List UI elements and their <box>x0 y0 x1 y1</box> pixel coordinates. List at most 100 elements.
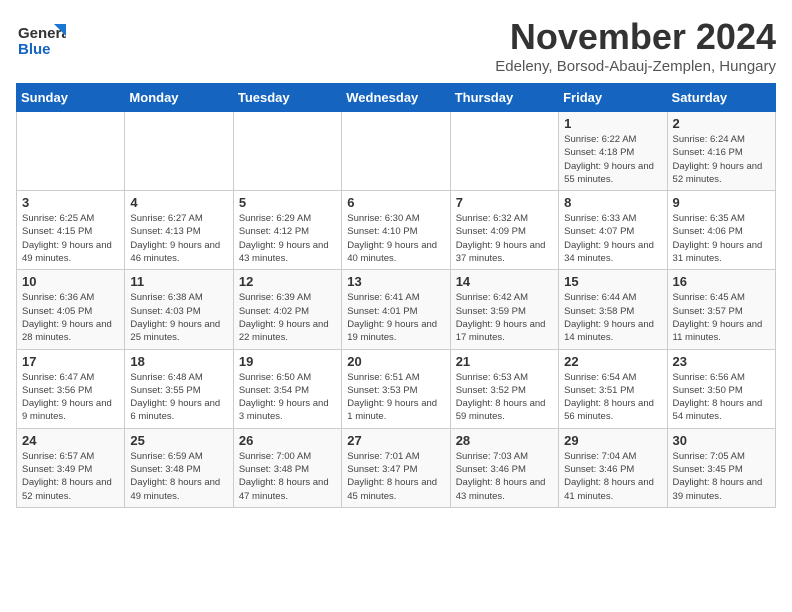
cell-info: Sunrise: 6:53 AM Sunset: 3:52 PM Dayligh… <box>456 371 553 424</box>
calendar-cell: 22 Sunrise: 6:54 AM Sunset: 3:51 PM Dayli… <box>559 349 667 428</box>
svg-text:Blue: Blue <box>18 41 51 58</box>
cell-info: Sunrise: 6:59 AM Sunset: 3:48 PM Dayligh… <box>130 450 227 503</box>
cell-info: Sunrise: 6:50 AM Sunset: 3:54 PM Dayligh… <box>239 371 336 424</box>
cell-day-number: 22 <box>564 354 661 369</box>
calendar-cell: 29 Sunrise: 7:04 AM Sunset: 3:46 PM Dayli… <box>559 428 667 507</box>
cell-day-number: 30 <box>673 433 770 448</box>
calendar-cell: 1 Sunrise: 6:22 AM Sunset: 4:18 PM Daylig… <box>559 112 667 191</box>
calendar-week-row: 24 Sunrise: 6:57 AM Sunset: 3:49 PM Dayli… <box>17 428 776 507</box>
title-area: November 2024 Edeleny, Borsod-Abauj-Zemp… <box>495 16 776 75</box>
calendar-week-row: 1 Sunrise: 6:22 AM Sunset: 4:18 PM Daylig… <box>17 112 776 191</box>
cell-info: Sunrise: 7:04 AM Sunset: 3:46 PM Dayligh… <box>564 450 661 503</box>
cell-info: Sunrise: 6:25 AM Sunset: 4:15 PM Dayligh… <box>22 212 119 265</box>
cell-info: Sunrise: 6:33 AM Sunset: 4:07 PM Dayligh… <box>564 212 661 265</box>
calendar-cell: 23Sunrise: 6:56 AM Sunset: 3:50 PM Dayli… <box>667 349 775 428</box>
calendar-week-row: 17 Sunrise: 6:47 AM Sunset: 3:56 PM Dayli… <box>17 349 776 428</box>
calendar-table: SundayMondayTuesdayWednesdayThursdayFrid… <box>16 83 776 508</box>
cell-info: Sunrise: 6:42 AM Sunset: 3:59 PM Dayligh… <box>456 291 553 344</box>
cell-info: Sunrise: 6:36 AM Sunset: 4:05 PM Dayligh… <box>22 291 119 344</box>
calendar-cell: 7Sunrise: 6:32 AM Sunset: 4:09 PM Daylig… <box>450 191 558 270</box>
calendar-cell: 15 Sunrise: 6:44 AM Sunset: 3:58 PM Dayli… <box>559 270 667 349</box>
cell-info: Sunrise: 6:30 AM Sunset: 4:10 PM Dayligh… <box>347 212 444 265</box>
cell-day-number: 29 <box>564 433 661 448</box>
cell-day-number: 13 <box>347 274 444 289</box>
cell-info: Sunrise: 6:44 AM Sunset: 3:58 PM Dayligh… <box>564 291 661 344</box>
calendar-cell: 26 Sunrise: 7:00 AM Sunset: 3:48 PM Dayli… <box>233 428 341 507</box>
logo: General Blue <box>16 16 66 66</box>
calendar-header-thursday: Thursday <box>450 84 558 112</box>
calendar-cell <box>125 112 233 191</box>
calendar-cell: 18 Sunrise: 6:48 AM Sunset: 3:55 PM Dayli… <box>125 349 233 428</box>
calendar-cell: 24 Sunrise: 6:57 AM Sunset: 3:49 PM Dayli… <box>17 428 125 507</box>
cell-day-number: 19 <box>239 354 336 369</box>
cell-day-number: 7 <box>456 195 553 210</box>
logo-icon: General Blue <box>16 16 66 66</box>
calendar-cell: 16 Sunrise: 6:45 AM Sunset: 3:57 PM Dayli… <box>667 270 775 349</box>
cell-day-number: 4 <box>130 195 227 210</box>
cell-info: Sunrise: 6:51 AM Sunset: 3:53 PM Dayligh… <box>347 371 444 424</box>
cell-info: Sunrise: 6:38 AM Sunset: 4:03 PM Dayligh… <box>130 291 227 344</box>
cell-info: Sunrise: 6:27 AM Sunset: 4:13 PM Dayligh… <box>130 212 227 265</box>
calendar-cell: 8 Sunrise: 6:33 AM Sunset: 4:07 PM Daylig… <box>559 191 667 270</box>
calendar-cell: 25 Sunrise: 6:59 AM Sunset: 3:48 PM Dayli… <box>125 428 233 507</box>
cell-info: Sunrise: 6:35 AM Sunset: 4:06 PM Dayligh… <box>673 212 770 265</box>
cell-day-number: 15 <box>564 274 661 289</box>
calendar-cell: 11 Sunrise: 6:38 AM Sunset: 4:03 PM Dayli… <box>125 270 233 349</box>
cell-day-number: 9 <box>673 195 770 210</box>
cell-info: Sunrise: 6:54 AM Sunset: 3:51 PM Dayligh… <box>564 371 661 424</box>
calendar-cell: 12 Sunrise: 6:39 AM Sunset: 4:02 PM Dayli… <box>233 270 341 349</box>
cell-info: Sunrise: 7:01 AM Sunset: 3:47 PM Dayligh… <box>347 450 444 503</box>
cell-day-number: 17 <box>22 354 119 369</box>
calendar-cell <box>342 112 450 191</box>
calendar-cell: 9 Sunrise: 6:35 AM Sunset: 4:06 PM Daylig… <box>667 191 775 270</box>
calendar-cell: 6 Sunrise: 6:30 AM Sunset: 4:10 PM Daylig… <box>342 191 450 270</box>
cell-day-number: 27 <box>347 433 444 448</box>
calendar-cell: 5Sunrise: 6:29 AM Sunset: 4:12 PM Daylig… <box>233 191 341 270</box>
cell-info: Sunrise: 6:57 AM Sunset: 3:49 PM Dayligh… <box>22 450 119 503</box>
cell-day-number: 26 <box>239 433 336 448</box>
page-subtitle: Edeleny, Borsod-Abauj-Zemplen, Hungary <box>495 58 776 75</box>
calendar-cell <box>17 112 125 191</box>
cell-day-number: 21 <box>456 354 553 369</box>
cell-info: Sunrise: 6:29 AM Sunset: 4:12 PM Dayligh… <box>239 212 336 265</box>
cell-info: Sunrise: 6:22 AM Sunset: 4:18 PM Dayligh… <box>564 133 661 186</box>
calendar-cell <box>233 112 341 191</box>
cell-day-number: 6 <box>347 195 444 210</box>
cell-info: Sunrise: 7:00 AM Sunset: 3:48 PM Dayligh… <box>239 450 336 503</box>
calendar-cell: 21 Sunrise: 6:53 AM Sunset: 3:52 PM Dayli… <box>450 349 558 428</box>
calendar-cell: 27 Sunrise: 7:01 AM Sunset: 3:47 PM Dayli… <box>342 428 450 507</box>
calendar-cell: 30 Sunrise: 7:05 AM Sunset: 3:45 PM Dayli… <box>667 428 775 507</box>
cell-info: Sunrise: 6:24 AM Sunset: 4:16 PM Dayligh… <box>673 133 770 186</box>
calendar-header-wednesday: Wednesday <box>342 84 450 112</box>
calendar-cell <box>450 112 558 191</box>
calendar-cell: 10Sunrise: 6:36 AM Sunset: 4:05 PM Dayli… <box>17 270 125 349</box>
cell-info: Sunrise: 6:39 AM Sunset: 4:02 PM Dayligh… <box>239 291 336 344</box>
cell-day-number: 1 <box>564 116 661 131</box>
cell-day-number: 24 <box>22 433 119 448</box>
cell-day-number: 18 <box>130 354 227 369</box>
calendar-week-row: 3Sunrise: 6:25 AM Sunset: 4:15 PM Daylig… <box>17 191 776 270</box>
calendar-cell: 14Sunrise: 6:42 AM Sunset: 3:59 PM Dayli… <box>450 270 558 349</box>
calendar-cell: 3Sunrise: 6:25 AM Sunset: 4:15 PM Daylig… <box>17 191 125 270</box>
cell-day-number: 8 <box>564 195 661 210</box>
cell-day-number: 25 <box>130 433 227 448</box>
cell-info: Sunrise: 7:05 AM Sunset: 3:45 PM Dayligh… <box>673 450 770 503</box>
calendar-cell: 2Sunrise: 6:24 AM Sunset: 4:16 PM Daylig… <box>667 112 775 191</box>
cell-info: Sunrise: 6:41 AM Sunset: 4:01 PM Dayligh… <box>347 291 444 344</box>
cell-info: Sunrise: 7:03 AM Sunset: 3:46 PM Dayligh… <box>456 450 553 503</box>
calendar-header-saturday: Saturday <box>667 84 775 112</box>
calendar-header-row: SundayMondayTuesdayWednesdayThursdayFrid… <box>17 84 776 112</box>
calendar-header-sunday: Sunday <box>17 84 125 112</box>
cell-day-number: 12 <box>239 274 336 289</box>
cell-info: Sunrise: 6:48 AM Sunset: 3:55 PM Dayligh… <box>130 371 227 424</box>
calendar-header-tuesday: Tuesday <box>233 84 341 112</box>
calendar-week-row: 10Sunrise: 6:36 AM Sunset: 4:05 PM Dayli… <box>17 270 776 349</box>
cell-day-number: 11 <box>130 274 227 289</box>
calendar-header-monday: Monday <box>125 84 233 112</box>
cell-info: Sunrise: 6:47 AM Sunset: 3:56 PM Dayligh… <box>22 371 119 424</box>
cell-day-number: 16 <box>673 274 770 289</box>
calendar-cell: 13 Sunrise: 6:41 AM Sunset: 4:01 PM Dayli… <box>342 270 450 349</box>
calendar-cell: 20Sunrise: 6:51 AM Sunset: 3:53 PM Dayli… <box>342 349 450 428</box>
calendar-cell: 19 Sunrise: 6:50 AM Sunset: 3:54 PM Dayli… <box>233 349 341 428</box>
cell-info: Sunrise: 6:45 AM Sunset: 3:57 PM Dayligh… <box>673 291 770 344</box>
